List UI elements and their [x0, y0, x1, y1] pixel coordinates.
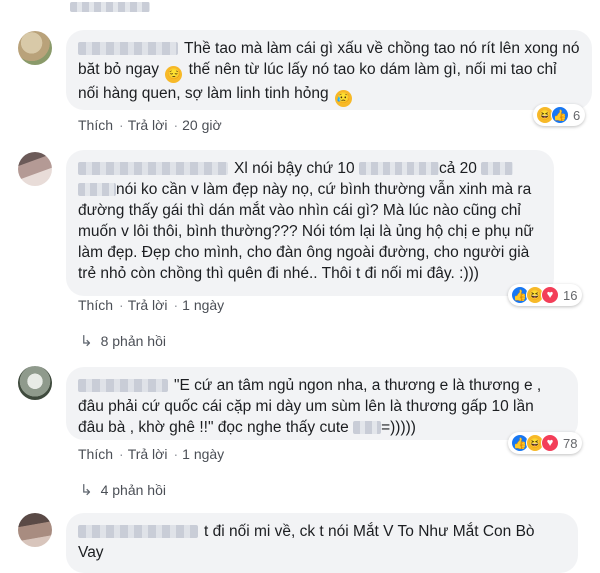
comment-text-line: trẻ nhỏ còn chồng thì quên đi nhé.. Thôi… [78, 265, 479, 282]
reply-arrow-icon: ↳ [80, 482, 93, 499]
pensive-emoji-icon: 😔 [165, 66, 183, 83]
replies-count: 4 phản hồi [100, 482, 166, 498]
reaction-count: 16 [563, 287, 578, 303]
comment-text-line: Xl nói bậy chứ 10 [234, 160, 355, 177]
comment-text-line: =))))) [381, 419, 416, 436]
comment-text-line: đường thấy gái thì dán mắt vào nhìn cái … [78, 202, 521, 219]
comment-text-line: nói ko cần v làm đẹp này nọ, cứ bình thư… [116, 181, 532, 198]
comment-text-line: "E cứ an tâm ngủ ngon nha, a thương e là… [174, 377, 542, 394]
replies-count: 8 phản hồi [100, 333, 166, 349]
reply-arrow-icon: ↳ [80, 333, 93, 350]
view-replies-link[interactable]: ↳ 4 phản hồi [80, 481, 166, 499]
separator: · [173, 117, 179, 133]
comment-bubble: Xl nói bậy chứ 10 cả 20 nói ko cần v làm… [66, 150, 554, 296]
separator: · [119, 117, 124, 133]
comment-bubble: Thề tao mà làm cái gì xấu về chồng tao n… [66, 30, 592, 110]
comment-text-line: Vay [78, 544, 104, 561]
avatar[interactable] [18, 366, 52, 400]
like-link[interactable]: Thích [78, 297, 113, 313]
reaction-summary[interactable]: 👍 😆 ♥ 78 [508, 432, 583, 454]
separator: · [119, 446, 124, 462]
comment-actions: Thích · Trả lời · 1 ngày [78, 297, 226, 313]
comment-actions: Thích · Trả lời · 20 giờ [78, 117, 224, 133]
like-link[interactable]: Thích [78, 117, 113, 133]
separator: · [173, 297, 179, 313]
commenter-name[interactable] [78, 525, 198, 539]
commenter-name[interactable] [78, 42, 178, 56]
comment-text-line: t đi nối mi về, ck t nói Mắt V To Như Mắ… [204, 523, 535, 540]
like-link[interactable]: Thích [78, 446, 113, 462]
comment-actions: Thích · Trả lời · 1 ngày [78, 446, 226, 462]
separator: · [173, 446, 179, 462]
reaction-summary[interactable]: 😆 👍 6 [533, 104, 586, 126]
timestamp[interactable]: 1 ngày [182, 297, 224, 313]
view-replies-link[interactable]: ↳ 8 phản hồi [80, 332, 166, 350]
avatar[interactable] [18, 513, 52, 547]
comment-text-line: cả 20 [438, 160, 477, 177]
commenter-name[interactable] [78, 162, 228, 176]
reaction-summary[interactable]: 👍 😆 ♥ 16 [508, 284, 583, 306]
comment-bubble: t đi nối mi về, ck t nói Mắt V To Như Mắ… [66, 513, 578, 573]
love-reaction-icon: ♥ [541, 434, 559, 452]
reaction-count: 6 [573, 107, 581, 123]
redacted-text [481, 162, 514, 176]
timestamp[interactable]: 1 ngày [182, 446, 224, 462]
comment-bubble: "E cứ an tâm ngủ ngon nha, a thương e là… [66, 367, 578, 440]
redacted-text [78, 183, 116, 197]
avatar[interactable] [18, 31, 52, 65]
reply-link[interactable]: Trả lời [128, 117, 168, 133]
commenter-name[interactable] [78, 379, 168, 393]
redacted-text [353, 421, 382, 435]
reply-link[interactable]: Trả lời [128, 297, 168, 313]
comment-text-line: đâu phải cứ quốc cái cặp mi dày um sùm l… [78, 398, 534, 415]
redacted-text [358, 162, 439, 176]
avatar[interactable] [18, 152, 52, 186]
comment-text-line: đâu bà , khờ ghê !!" đọc nghe thấy cute [78, 419, 349, 436]
sad-emoji-icon: 😥 [334, 90, 352, 107]
timestamp[interactable]: 20 giờ [182, 117, 222, 133]
love-reaction-icon: ♥ [541, 286, 559, 304]
reaction-count: 78 [563, 435, 578, 451]
separator: · [119, 297, 124, 313]
comment-text-line: làm đẹp. Đẹp cho mình, cho đàn ông ngoài… [78, 244, 530, 261]
comment-text-line: muốn v lôi thôi, bình thường??? Nói tóm … [78, 223, 534, 240]
previous-comment-fragment [70, 2, 150, 12]
reply-link[interactable]: Trả lời [128, 446, 168, 462]
like-reaction-icon: 👍 [551, 106, 569, 124]
